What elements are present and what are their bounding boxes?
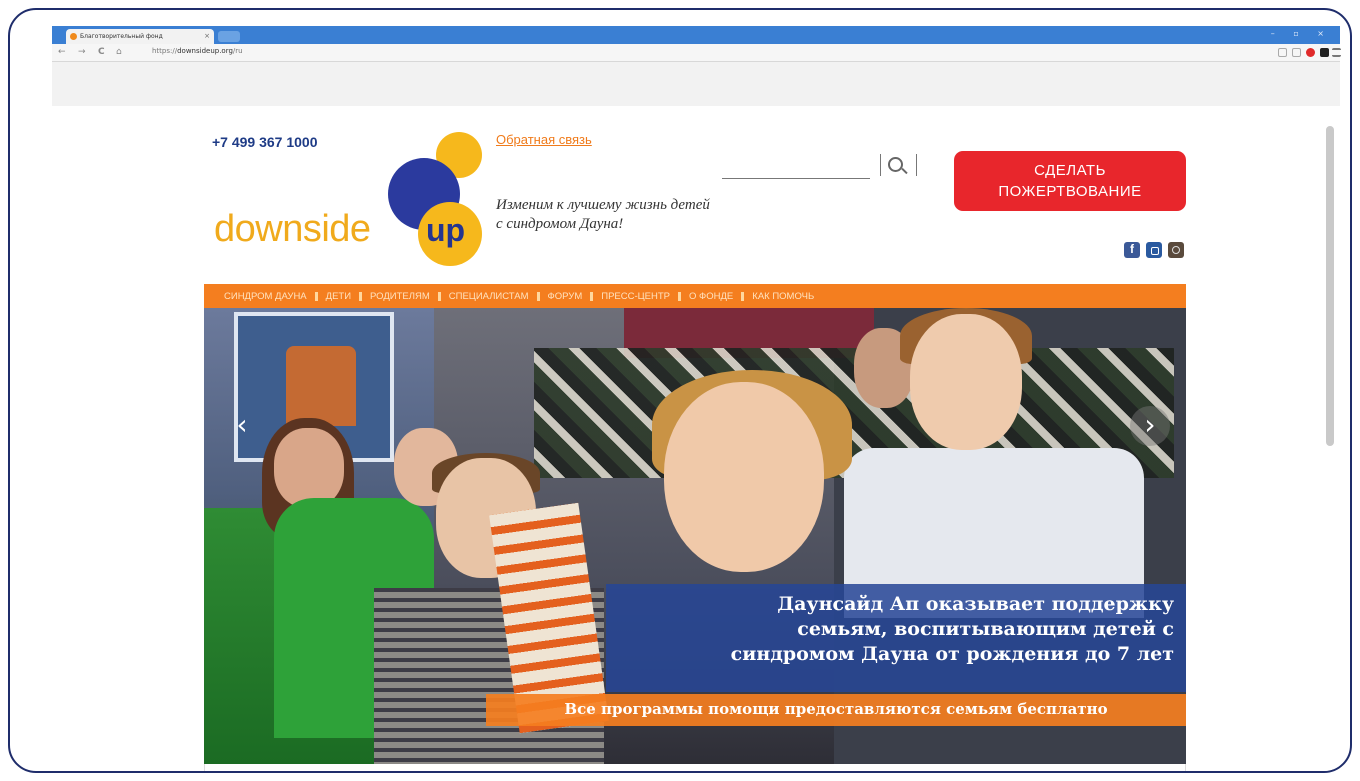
menu-item-children[interactable]: ДЕТИ (320, 291, 357, 302)
donate-button[interactable]: СДЕЛАТЬ ПОЖЕРТВОВАНИЕ (954, 151, 1186, 211)
menu-separator (359, 291, 363, 301)
address-bar: ← → C ⌂ https://downsideup.org/ru (52, 44, 1341, 62)
odnoklassniki-icon[interactable] (1146, 242, 1162, 258)
menu-item-how-to-help[interactable]: КАК ПОМОЧЬ (746, 291, 820, 302)
forward-icon[interactable]: → (78, 47, 86, 57)
hero-slider[interactable]: ‹ › Даунсайд Ап оказывает поддержку семь… (204, 308, 1186, 764)
hero-subcaption: Все программы помощи предоставляются сем… (486, 694, 1186, 726)
page-top-gutter (52, 62, 1340, 106)
facebook-icon[interactable]: f (1124, 242, 1140, 258)
browser-tab[interactable]: Благотворительный фонд × (66, 29, 214, 44)
hero-photo-child-face (910, 314, 1022, 450)
site-tagline: Изменим к лучшему жизнь детей с синдромо… (496, 196, 710, 234)
reload-icon[interactable]: C (98, 47, 105, 57)
search-icon-handle (901, 167, 908, 175)
menu-separator (437, 291, 441, 301)
menu-separator (314, 291, 318, 301)
feedback-link[interactable]: Обратная связь (496, 132, 592, 147)
hero-caption-line-2: семьям, воспитывающим детей с (797, 618, 1174, 640)
donate-label-line-2: ПОЖЕРТВОВАНИЕ (998, 183, 1142, 200)
search-input[interactable] (722, 178, 870, 179)
tab-title: Благотворительный фонд (80, 33, 163, 40)
hero-caption-line-3: синдромом Дауна от рождения до 7 лет (730, 643, 1174, 665)
hero-photo-child-face (664, 382, 824, 572)
url-path: /ru (232, 47, 243, 55)
window-controls[interactable]: – ▫ × (1271, 29, 1332, 38)
search-icon (888, 157, 903, 172)
menu-separator (678, 291, 681, 301)
site-logo[interactable]: downside up (212, 126, 502, 266)
menu-icon[interactable] (1332, 48, 1341, 57)
search-divider-right (916, 154, 917, 176)
hero-caption: Даунсайд Ап оказывает поддержку семьям, … (606, 584, 1186, 692)
home-icon[interactable]: ⌂ (116, 47, 122, 57)
tagline-line-1: Изменим к лучшему жизнь детей (496, 197, 710, 213)
bookmark-star-icon[interactable] (1292, 48, 1301, 57)
website: +7 499 367 1000 downside up Обратная свя… (204, 106, 1186, 771)
search-button[interactable] (880, 150, 920, 180)
menu-item-parents[interactable]: РОДИТЕЛЯМ (364, 291, 436, 302)
screenshot-frame: Благотворительный фонд × – ▫ × ← → C ⌂ h… (8, 8, 1352, 773)
instagram-icon[interactable] (1168, 242, 1184, 258)
back-icon[interactable]: ← (58, 47, 66, 57)
tagline-line-2: с синдромом Дауна! (496, 216, 624, 232)
slider-next-icon[interactable]: › (1130, 406, 1170, 446)
favicon-icon (70, 33, 77, 40)
content-below-hero (204, 764, 1186, 771)
menu-separator (536, 291, 540, 301)
menu-item-specialists[interactable]: СПЕЦИАЛИСТАМ (443, 291, 535, 302)
donate-label-line-1: СДЕЛАТЬ (1034, 162, 1106, 179)
hero-photo-child-face (274, 428, 344, 508)
page-scrollbar[interactable] (1326, 126, 1334, 446)
logo-word: downside (214, 208, 371, 250)
menu-item-about[interactable]: О ФОНДЕ (683, 291, 739, 302)
main-menu: СИНДРОМ ДАУНА ДЕТИ РОДИТЕЛЯМ СПЕЦИАЛИСТА… (204, 284, 1186, 308)
tab-strip: Благотворительный фонд × – ▫ × (52, 26, 1340, 44)
url-field[interactable]: https://downsideup.org/ru (152, 47, 243, 55)
zoom-icon[interactable] (1278, 48, 1287, 57)
extension-icon[interactable] (1320, 48, 1329, 57)
search-divider-left (880, 154, 881, 176)
logo-up-text: up (426, 212, 466, 248)
menu-separator (590, 291, 594, 301)
menu-item-down-syndrome[interactable]: СИНДРОМ ДАУНА (218, 291, 313, 302)
tab-close-icon[interactable]: × (204, 32, 210, 40)
adblock-icon[interactable] (1306, 48, 1315, 57)
menu-item-forum[interactable]: ФОРУМ (542, 291, 589, 302)
new-tab-button[interactable] (218, 31, 240, 42)
hero-caption-line-1: Даунсайд Ап оказывает поддержку (777, 593, 1174, 615)
url-prefix: https:// (152, 47, 178, 55)
url-host: downsideup.org (177, 47, 233, 55)
menu-separator (741, 291, 745, 301)
browser-window: Благотворительный фонд × – ▫ × ← → C ⌂ h… (52, 26, 1341, 771)
menu-item-press-center[interactable]: ПРЕСС-ЦЕНТР (595, 291, 676, 302)
slider-prev-icon[interactable]: ‹ (222, 406, 262, 446)
